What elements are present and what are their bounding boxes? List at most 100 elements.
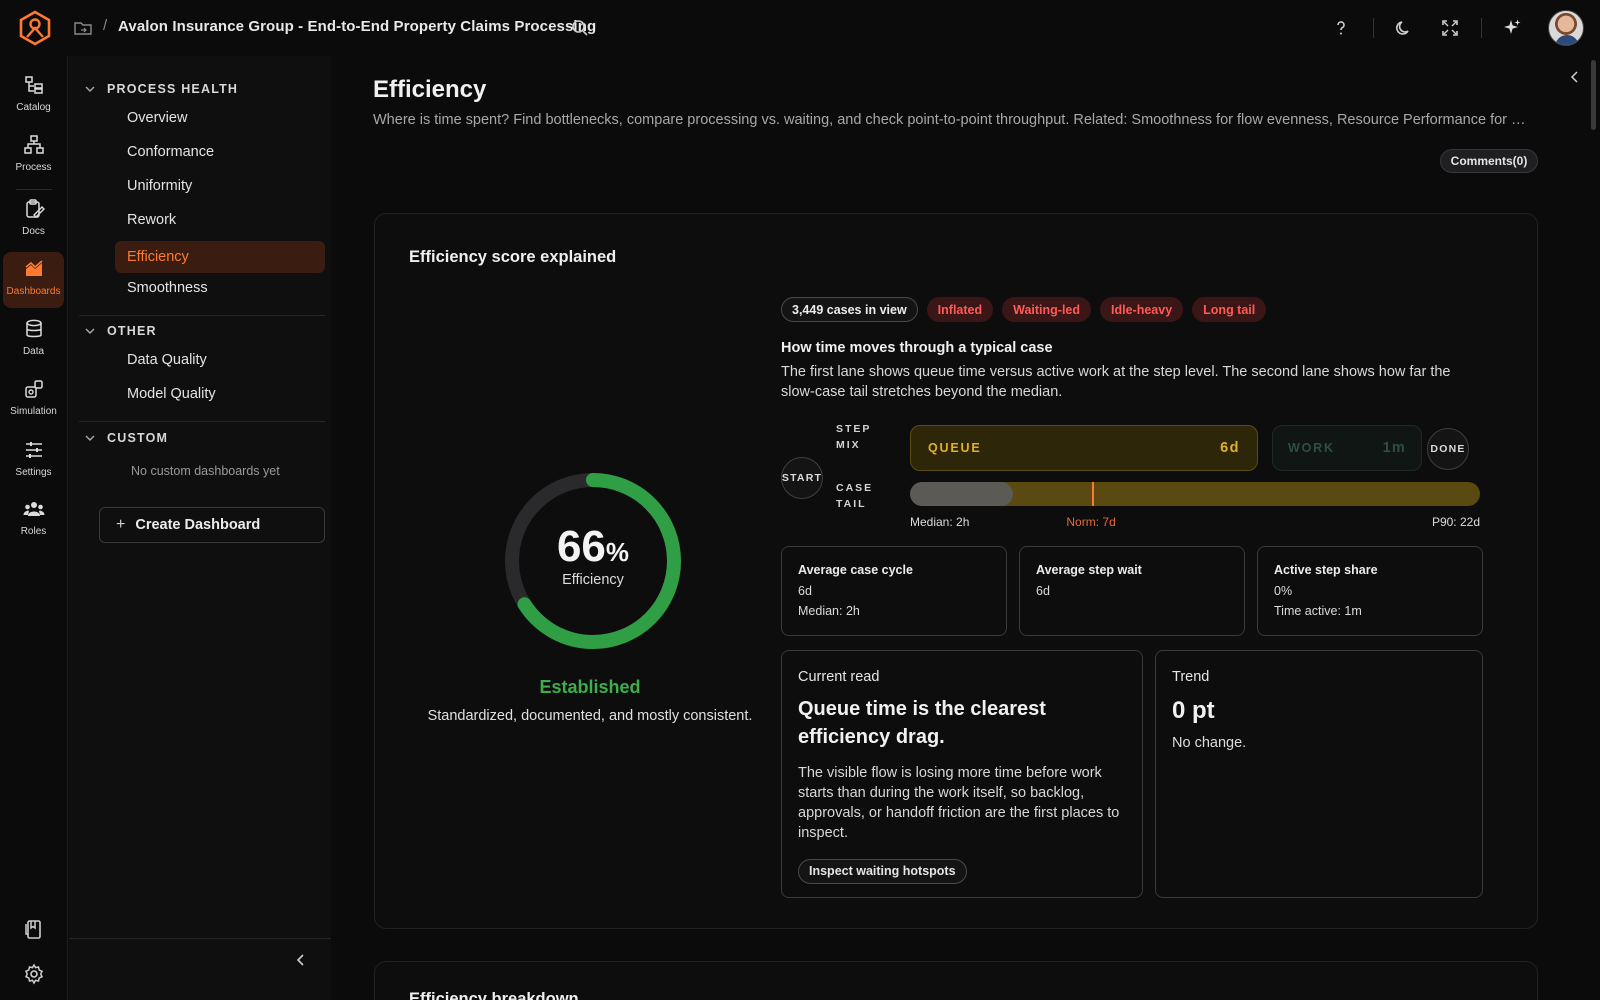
user-avatar[interactable] bbox=[1548, 10, 1584, 46]
process-icon bbox=[23, 135, 44, 154]
rail-item-settings[interactable]: Settings bbox=[3, 433, 64, 489]
sparkles-icon[interactable] bbox=[1501, 17, 1523, 39]
rail-item-label: Settings bbox=[15, 467, 52, 478]
page-description: Where is time spent? Find bottlenecks, c… bbox=[373, 112, 1528, 128]
maturity-description: Standardized, documented, and mostly con… bbox=[427, 708, 753, 724]
chevron-left-icon[interactable] bbox=[1568, 70, 1582, 84]
nav-divider bbox=[79, 421, 325, 422]
section-other[interactable]: OTHER bbox=[85, 324, 157, 338]
gauge-value: 66% bbox=[501, 522, 685, 572]
tag-chip: Idle-heavy bbox=[1100, 297, 1184, 322]
nav-item-efficiency[interactable]: Efficiency bbox=[115, 241, 325, 273]
app-logo-icon[interactable] bbox=[18, 10, 52, 46]
score-value: 66 bbox=[556, 522, 606, 571]
nav-item-conformance[interactable]: Conformance bbox=[115, 136, 325, 168]
stat-value: 6d bbox=[798, 584, 812, 598]
simulation-icon bbox=[24, 380, 43, 398]
lane-label-line: STEP bbox=[836, 423, 872, 435]
rail-item-catalog[interactable]: Catalog bbox=[3, 68, 64, 124]
queue-label: QUEUE bbox=[928, 441, 982, 455]
stat-sub: Time active: 1m bbox=[1274, 604, 1362, 618]
section-process-health[interactable]: PROCESS HEALTH bbox=[85, 82, 238, 96]
comments-button[interactable]: Comments(0) bbox=[1440, 149, 1538, 173]
app-root: / Avalon Insurance Group - End-to-End Pr… bbox=[0, 0, 1600, 1000]
stat-card-step-wait: Average step wait 6d bbox=[1019, 546, 1245, 636]
create-dashboard-button[interactable]: + Create Dashboard bbox=[99, 507, 325, 543]
chevron-down-icon bbox=[85, 435, 95, 441]
step-mix-label: STEP MIX bbox=[836, 421, 871, 453]
lane-label-line: CASE bbox=[836, 482, 874, 494]
rail-item-label: Data bbox=[22, 346, 45, 357]
fullscreen-icon[interactable] bbox=[1439, 17, 1461, 39]
current-read-card: Current read Queue time is the clearest … bbox=[781, 650, 1143, 898]
trend-value: 0 pt bbox=[1172, 697, 1215, 724]
rail-item-roles[interactable]: Roles bbox=[3, 492, 64, 548]
main-content: Efficiency Where is time spent? Find bot… bbox=[332, 56, 1600, 1000]
rail-item-data[interactable]: Data bbox=[3, 312, 64, 368]
docs-icon bbox=[25, 199, 45, 218]
folder-icon[interactable] bbox=[73, 18, 93, 38]
nav-divider bbox=[79, 315, 325, 316]
trend-card: Trend 0 pt No change. bbox=[1155, 650, 1483, 898]
scrollbar-thumb[interactable] bbox=[1591, 60, 1596, 130]
stat-title: Active step share bbox=[1274, 563, 1378, 577]
search-icon[interactable] bbox=[570, 18, 590, 38]
dashboard-sidenav: PROCESS HEALTH Overview Conformance Unif… bbox=[69, 56, 331, 1000]
rail-item-dashboards[interactable]: Dashboards bbox=[3, 252, 64, 308]
users-icon bbox=[23, 502, 44, 516]
breadcrumb-separator: / bbox=[103, 17, 108, 34]
efficiency-score-card: Efficiency score explained 66% Efficienc… bbox=[374, 213, 1538, 929]
gear-icon[interactable] bbox=[22, 962, 46, 986]
rail-item-label: Dashboards bbox=[6, 286, 61, 297]
efficiency-breakdown-card: Efficiency breakdown bbox=[374, 961, 1538, 1000]
stat-sub: Median: 2h bbox=[798, 604, 860, 618]
section-title: CUSTOM bbox=[107, 431, 169, 445]
tail-median-fill bbox=[910, 482, 1013, 506]
case-tail-label: CASE TAIL bbox=[836, 480, 873, 512]
chevron-left-icon[interactable] bbox=[293, 952, 309, 968]
chevron-down-icon bbox=[85, 328, 95, 334]
stat-value: 6d bbox=[1036, 584, 1050, 598]
nav-item-smoothness[interactable]: Smoothness bbox=[115, 272, 325, 304]
tag-chip: Long tail bbox=[1192, 297, 1267, 322]
database-icon bbox=[25, 319, 42, 338]
rail-item-process[interactable]: Process bbox=[3, 128, 64, 184]
section-custom[interactable]: CUSTOM bbox=[85, 431, 168, 445]
rail-item-docs[interactable]: Docs bbox=[3, 192, 64, 248]
tail-norm-marker bbox=[1092, 482, 1095, 506]
rail-item-label: Catalog bbox=[16, 102, 51, 113]
card-title: Efficiency score explained bbox=[409, 248, 617, 266]
stat-title: Average step wait bbox=[1036, 563, 1142, 577]
card-title: Efficiency breakdown bbox=[409, 990, 579, 1000]
rail-item-label: Docs bbox=[22, 226, 45, 237]
chevron-down-icon bbox=[85, 86, 95, 92]
work-value: 1m bbox=[1382, 440, 1406, 456]
lane-label-line: TAIL bbox=[836, 498, 867, 510]
page-title: Efficiency bbox=[373, 76, 487, 103]
section-title: PROCESS HEALTH bbox=[107, 82, 239, 96]
cases-chip: 3,449 cases in view bbox=[781, 297, 918, 322]
nav-item-model-quality[interactable]: Model Quality bbox=[115, 378, 325, 410]
tag-chip: Inflated bbox=[926, 297, 994, 322]
work-label: WORK bbox=[1288, 441, 1335, 455]
breadcrumb-project-title[interactable]: Avalon Insurance Group - End-to-End Prop… bbox=[118, 18, 596, 35]
tail-p90-label: P90: 22d bbox=[1431, 515, 1480, 529]
rail-item-simulation[interactable]: Simulation bbox=[3, 372, 64, 428]
nav-item-uniformity[interactable]: Uniformity bbox=[115, 170, 325, 202]
tail-norm-label: Norm: 7d bbox=[1066, 515, 1116, 529]
help-icon[interactable] bbox=[1330, 17, 1352, 39]
start-node: START bbox=[781, 457, 823, 499]
nav-item-data-quality[interactable]: Data Quality bbox=[115, 344, 325, 376]
bookmark-icon[interactable] bbox=[22, 918, 46, 942]
sliders-icon bbox=[25, 442, 42, 458]
rail-item-label: Process bbox=[15, 162, 52, 173]
tag-chip: Waiting-led bbox=[1002, 297, 1092, 322]
nav-divider bbox=[69, 938, 331, 939]
work-segment: WORK 1m bbox=[1272, 425, 1422, 471]
trend-title: Trend bbox=[1172, 669, 1210, 685]
queue-segment: QUEUE 6d bbox=[910, 425, 1258, 471]
inspect-waiting-hotspots-button[interactable]: Inspect waiting hotspots bbox=[798, 859, 967, 884]
moon-icon[interactable] bbox=[1393, 17, 1415, 39]
nav-item-overview[interactable]: Overview bbox=[115, 102, 325, 134]
nav-item-rework[interactable]: Rework bbox=[115, 204, 325, 236]
